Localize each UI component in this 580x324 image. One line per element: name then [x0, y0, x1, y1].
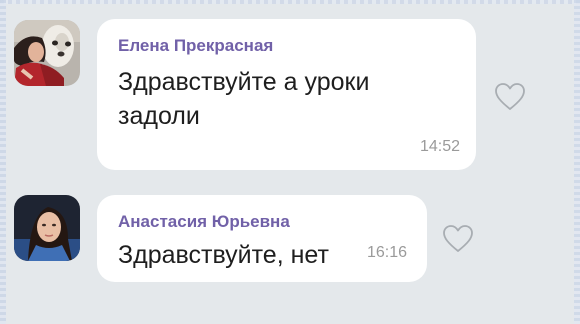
message-bubble[interactable]: Анастасия Юрьевна Здравствуйте, нет 16:1…	[97, 195, 427, 282]
message-text: Здравствуйте а уроки задоли	[118, 68, 370, 130]
chat-area: Елена Прекрасная Здравствуйте а уроки за…	[0, 0, 580, 324]
message-time: 14:52	[419, 138, 460, 155]
message-text: Здравствуйте, нет	[118, 241, 329, 269]
avatar-elena[interactable]	[14, 20, 80, 86]
wallpaper-edge-left	[0, 0, 6, 324]
message-bubble[interactable]: Елена Прекрасная Здравствуйте а уроки за…	[97, 19, 476, 170]
message-time: 16:16	[366, 244, 407, 261]
sender-name[interactable]: Елена Прекрасная	[118, 36, 273, 56]
wallpaper-edge-right	[574, 0, 580, 324]
heart-outline-icon[interactable]	[494, 82, 526, 112]
avatar-anastasia[interactable]	[14, 195, 80, 261]
heart-outline-icon[interactable]	[442, 224, 474, 254]
sender-name[interactable]: Анастасия Юрьевна	[118, 212, 290, 232]
wallpaper-edge-top	[0, 0, 580, 4]
